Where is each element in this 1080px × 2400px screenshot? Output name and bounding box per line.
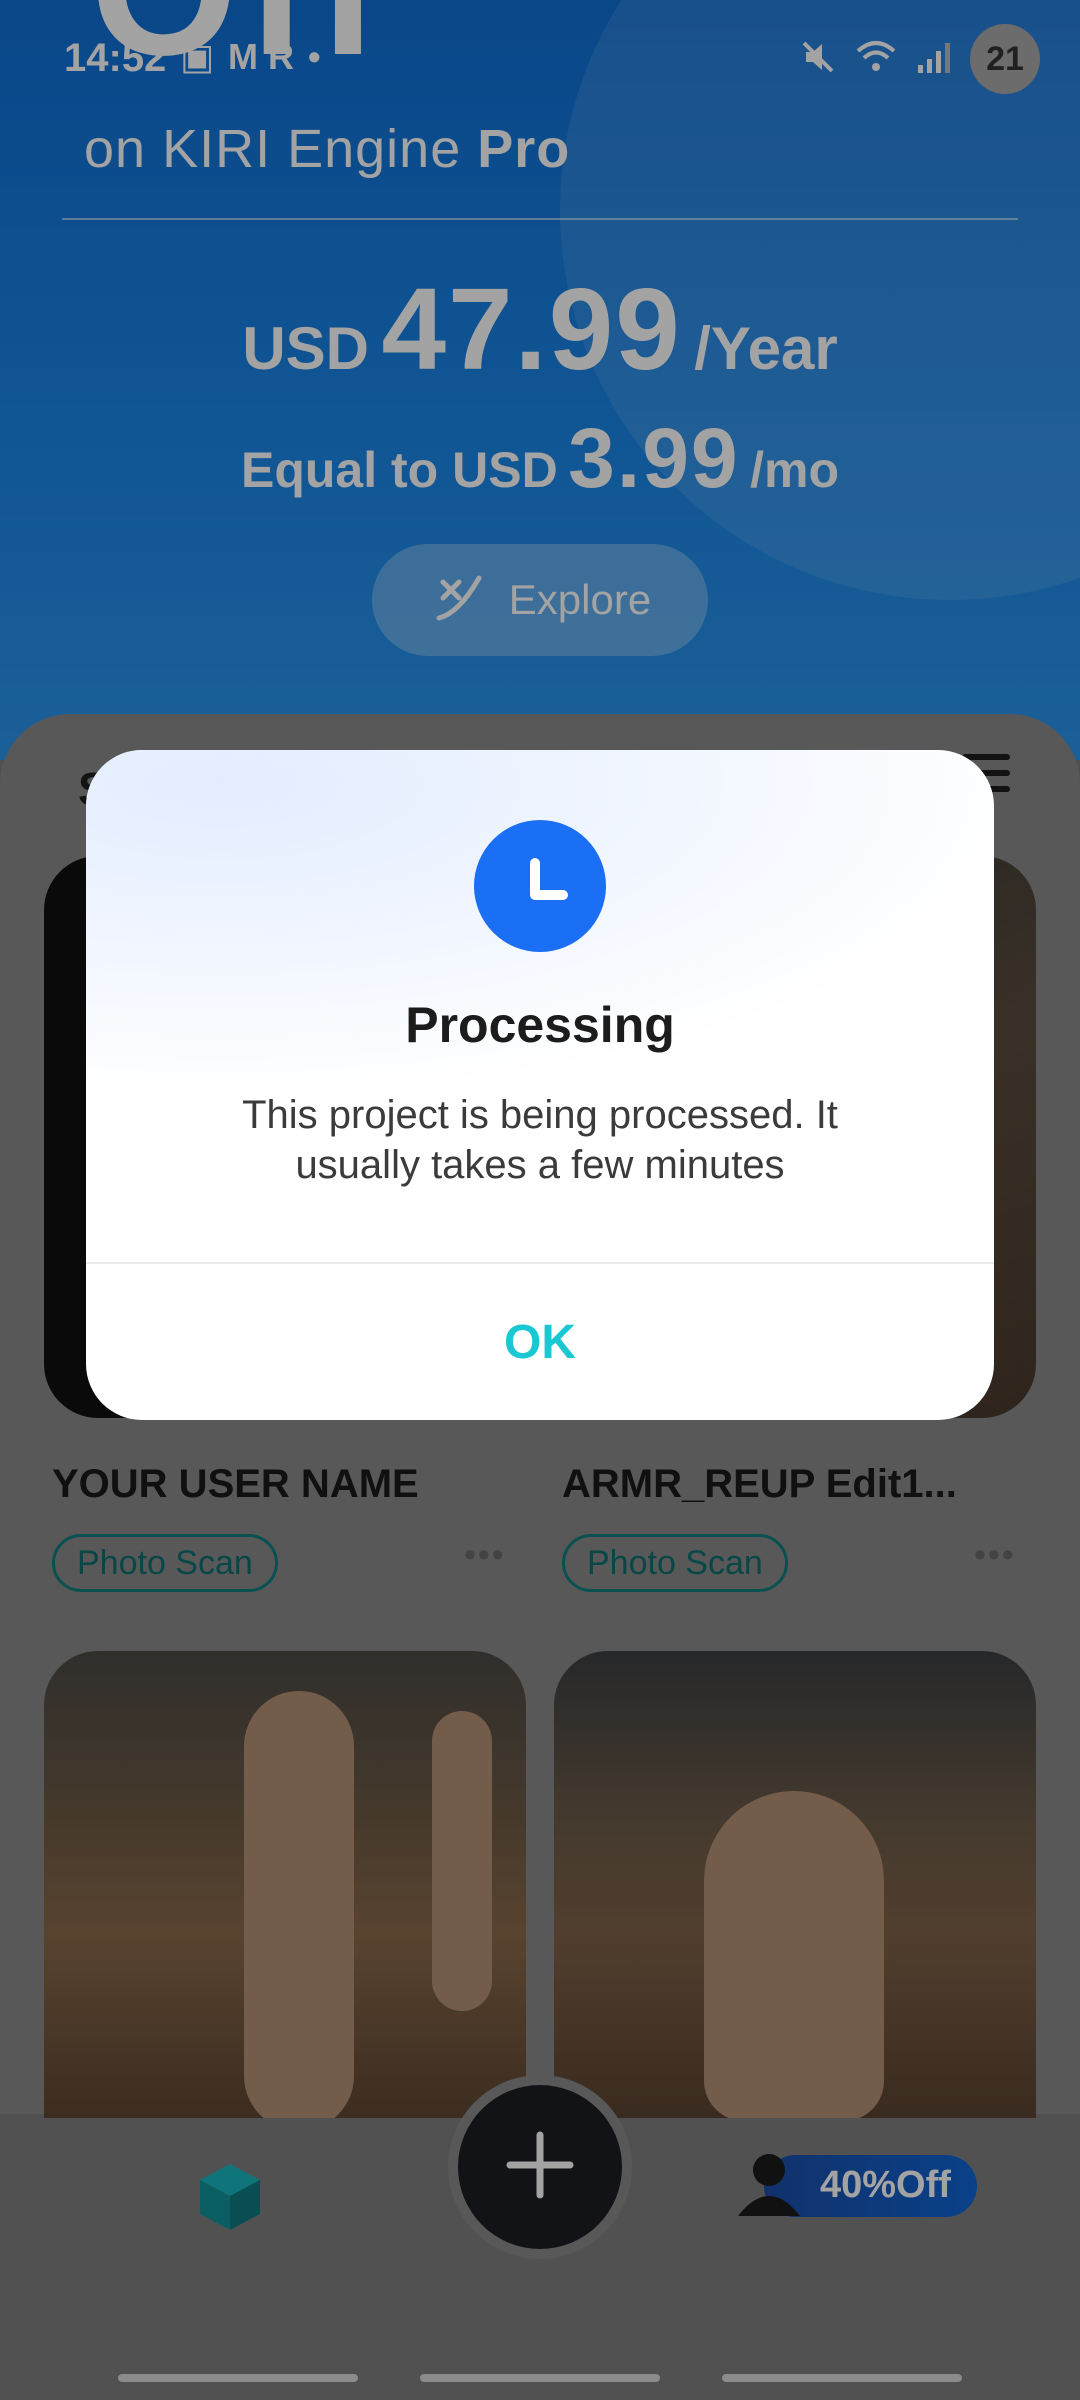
- dialog-title: Processing: [405, 997, 675, 1053]
- dialog-message: This project is being processed. It usua…: [242, 1093, 838, 1187]
- processing-dialog: Processing This project is being process…: [86, 750, 994, 1420]
- user-icon: [734, 2148, 804, 2223]
- ok-button[interactable]: OK: [86, 1264, 994, 1420]
- clock-icon: [474, 820, 606, 952]
